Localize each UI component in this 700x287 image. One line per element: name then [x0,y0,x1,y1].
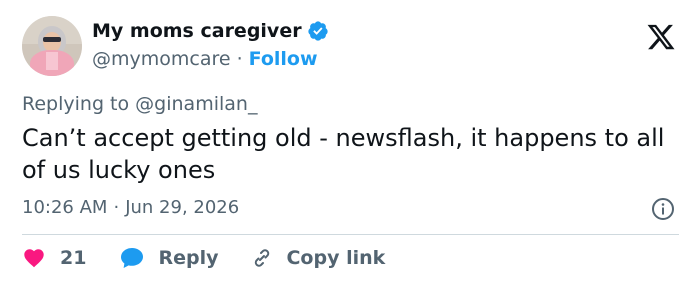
x-logo-icon[interactable] [644,22,678,52]
copy-link-label: Copy link [286,247,386,269]
speech-bubble-icon [121,248,144,268]
heart-icon [24,249,44,268]
tweet-timestamp[interactable]: 10:26 AM · Jun 29, 2026 [22,197,239,218]
tweet-time: 10:26 AM [22,197,108,218]
divider [22,234,679,235]
tweet-text: Can’t accept getting old - newsflash, it… [22,124,665,184]
reply-label: Reply [158,247,219,269]
handle-separator: · [236,48,243,70]
author-handle-row: @mymomcare · Follow [92,48,318,70]
info-icon[interactable] [651,197,675,221]
replying-to: Replying to @ginamilan_ [22,93,257,115]
copy-link-button[interactable]: Copy link [250,246,385,270]
avatar-shirt [46,52,58,70]
link-icon [255,249,270,267]
replying-to-mention[interactable]: @ginamilan_ [135,93,257,115]
action-bar: 21 Reply Copy link [22,246,385,270]
verified-badge-icon [307,21,328,41]
author-display-name[interactable]: My moms caregiver [92,20,302,42]
replying-to-prefix: Replying to [22,93,130,115]
avatar[interactable] [22,16,82,76]
follow-button[interactable]: Follow [249,48,318,70]
tweet-date: Jun 29, 2026 [125,197,240,218]
like-count: 21 [60,247,87,269]
avatar-sunglasses [43,37,61,42]
like-button[interactable]: 21 [22,246,86,270]
author-handle[interactable]: @mymomcare [92,48,231,70]
timestamp-separator: · [113,197,120,218]
avatar-face [43,32,61,52]
reply-button[interactable]: Reply [119,246,218,270]
author-name-row: My moms caregiver [92,20,329,42]
